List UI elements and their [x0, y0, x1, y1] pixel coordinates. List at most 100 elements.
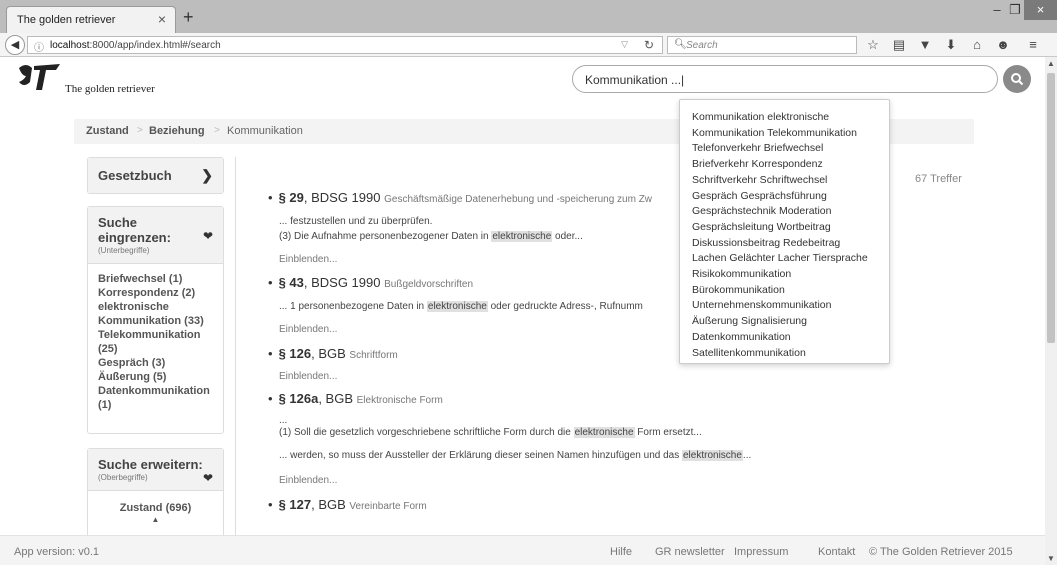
facet-datenkommunikation[interactable]: Datenkommunikation	[98, 384, 213, 398]
url-bar[interactable]: ⓘ localhost:8000/app/index.html#/search …	[27, 36, 663, 54]
home-icon[interactable]: ⌂	[968, 37, 986, 52]
chevron-right-icon[interactable]: ❯	[201, 167, 213, 184]
gesetzbuch-panel[interactable]: Gesetzbuch ❯	[87, 157, 224, 194]
window-maximize-button[interactable]: ❐	[1006, 0, 1024, 20]
snippet-text: ... 1 personenbezogene Daten in	[279, 301, 427, 312]
facet-korrespondenz[interactable]: Korrespondenz (2)	[98, 286, 213, 300]
search-button[interactable]	[1003, 65, 1031, 93]
chevron-down-icon[interactable]: ❤	[203, 471, 213, 485]
bookmark-star-icon[interactable]: ☆	[864, 37, 882, 53]
result-law[interactable]: , BGB	[311, 497, 346, 512]
autocomplete-item[interactable]: Schriftverkehr Schriftwechsel	[692, 173, 889, 189]
search-input[interactable]	[585, 71, 985, 89]
autocomplete-dropdown: Kommunikation elektronische Kommunikatio…	[679, 99, 890, 364]
autocomplete-item[interactable]: Kommunikation Telekommunikation	[692, 126, 889, 142]
url-path: :8000/app/index.html#/search	[89, 40, 221, 51]
pocket-icon[interactable]: ▼	[916, 37, 934, 52]
autocomplete-item[interactable]: Briefverkehr Korrespondenz	[692, 157, 889, 173]
facet-gespraech[interactable]: Gespräch (3)	[98, 356, 213, 370]
autocomplete-item[interactable]: Risikokommunikation	[692, 267, 889, 283]
facet-zustand[interactable]: Zustand (696)	[88, 501, 223, 515]
autocomplete-item[interactable]: Satellitenkommunikation	[692, 346, 889, 362]
caret-up-icon[interactable]: ▲	[88, 515, 223, 524]
chat-icon[interactable]: ☻	[994, 37, 1012, 52]
hit-count: 67 Treffer	[915, 173, 962, 185]
menu-icon[interactable]: ≡	[1024, 37, 1042, 52]
expand-search-header[interactable]: Suche erweitern: (Oberbegriffe) ❤	[88, 449, 223, 491]
url-dropdown-icon[interactable]: ▽	[621, 39, 628, 50]
result-paragraph[interactable]: § 126a	[279, 391, 319, 406]
facet-datenkommunikation-count[interactable]: (1)	[98, 398, 213, 412]
einblenden-link[interactable]: Einblenden...	[279, 475, 337, 486]
result-paragraph[interactable]: § 126	[279, 346, 312, 361]
einblenden-link[interactable]: Einblenden...	[279, 371, 337, 382]
einblenden-link[interactable]: Einblenden...	[279, 254, 337, 265]
autocomplete-item[interactable]: Unternehmenskommunikation	[692, 298, 889, 314]
snippet-highlight: elektronische	[426, 301, 488, 312]
facet-elektronische-kommunikation-count[interactable]: Kommunikation (33)	[98, 314, 213, 328]
expand-facet-list: Zustand (696) ▲	[88, 491, 223, 524]
result-title[interactable]: • § 43, BDSG 1990 Bußgeldvorschriften	[268, 275, 473, 290]
facet-telekommunikation[interactable]: Telekommunikation	[98, 328, 213, 342]
main-search-field[interactable]	[572, 65, 998, 93]
chevron-down-icon[interactable]: ❤	[203, 229, 213, 243]
snippet-text: (1) Soll die gesetzlich vorgeschriebene …	[279, 427, 574, 438]
scrollbar-thumb[interactable]	[1047, 73, 1055, 343]
result-title[interactable]: • § 29, BDSG 1990 Geschäftsmäßige Datener…	[268, 190, 652, 205]
result-paragraph[interactable]: § 29	[279, 190, 304, 205]
result-title[interactable]: • § 126, BGB Schriftform	[268, 346, 398, 361]
page-scrollbar[interactable]: ▲ ▼	[1045, 57, 1057, 565]
einblenden-link[interactable]: Einblenden...	[279, 324, 337, 335]
result-law[interactable]: , BGB	[311, 346, 346, 361]
facet-aeusserung[interactable]: Äußerung (5)	[98, 370, 213, 384]
scroll-down-icon[interactable]: ▼	[1047, 554, 1055, 563]
breadcrumb-item-beziehung[interactable]: Beziehung	[149, 125, 205, 137]
footer-link-kontakt[interactable]: Kontakt	[818, 546, 855, 558]
reading-list-icon[interactable]: ▤	[890, 37, 908, 53]
window-close-button[interactable]: ×	[1024, 0, 1057, 20]
result-law[interactable]: , BDSG 1990	[304, 275, 381, 290]
result-title[interactable]: • § 127, BGB Vereinbarte Form	[268, 497, 427, 512]
autocomplete-item[interactable]: Datenkommunikation	[692, 330, 889, 346]
snippet-highlight: elektronische	[491, 231, 553, 242]
breadcrumb-separator: >	[137, 125, 143, 136]
site-info-icon[interactable]: ⓘ	[34, 39, 44, 54]
autocomplete-item[interactable]: Gesprächsleitung Wortbeitrag	[692, 220, 889, 236]
result-title[interactable]: • § 126a, BGB Elektronische Form	[268, 391, 443, 406]
footer-link-impressum[interactable]: Impressum	[734, 546, 788, 558]
snippet-text: ... werden, so muss der Aussteller der E…	[279, 450, 682, 461]
autocomplete-item[interactable]: Äußerung Signalisierung	[692, 314, 889, 330]
autocomplete-item[interactable]: Gesprächstechnik Moderation	[692, 204, 889, 220]
autocomplete-item[interactable]: Telefonverkehr Briefwechsel	[692, 141, 889, 157]
reload-icon[interactable]: ↻	[644, 38, 654, 52]
tab-title: The golden retriever	[17, 14, 116, 26]
result-paragraph[interactable]: § 43	[279, 275, 304, 290]
scroll-up-icon[interactable]: ▲	[1047, 59, 1055, 68]
download-icon[interactable]: ⬇	[942, 37, 960, 53]
narrow-search-title: Suche eingrenzen:	[98, 215, 171, 245]
result-law[interactable]: , BDSG 1990	[304, 190, 381, 205]
expand-search-title: Suche erweitern:	[98, 457, 203, 472]
browser-search-field[interactable]: 🔍︎ Search	[667, 36, 857, 54]
autocomplete-item[interactable]: Lachen Gelächter Lacher Tiersprache	[692, 251, 889, 267]
autocomplete-item[interactable]: Diskussionsbeitrag Redebeitrag	[692, 236, 889, 252]
autocomplete-item[interactable]: Bürokommunikation	[692, 283, 889, 299]
narrow-search-header[interactable]: Suche eingrenzen: (Unterbegriffe) ❤	[88, 207, 223, 264]
autocomplete-item[interactable]: Kommunikation elektronische	[692, 110, 889, 126]
search-icon: 🔍︎	[674, 39, 687, 50]
result-snippet: ... werden, so muss der Aussteller der E…	[279, 450, 751, 461]
autocomplete-item[interactable]: Gespräch Gesprächsführung	[692, 189, 889, 205]
facet-briefwechsel[interactable]: Briefwechsel (1)	[98, 272, 213, 286]
window-minimize-button[interactable]: –	[988, 0, 1006, 20]
browser-tab[interactable]: The golden retriever ×	[6, 6, 176, 33]
new-tab-button[interactable]: +	[183, 8, 194, 26]
footer-link-hilfe[interactable]: Hilfe	[610, 546, 632, 558]
back-arrow-icon[interactable]: ◀	[5, 35, 25, 55]
footer-link-newsletter[interactable]: GR newsletter	[655, 546, 725, 558]
facet-elektronische-kommunikation[interactable]: elektronische	[98, 300, 213, 314]
result-law[interactable]: , BGB	[318, 391, 353, 406]
breadcrumb-item-zustand[interactable]: Zustand	[86, 125, 129, 137]
facet-telekommunikation-count[interactable]: (25)	[98, 342, 213, 356]
result-paragraph[interactable]: § 127	[279, 497, 312, 512]
tab-close-icon[interactable]: ×	[158, 11, 166, 27]
